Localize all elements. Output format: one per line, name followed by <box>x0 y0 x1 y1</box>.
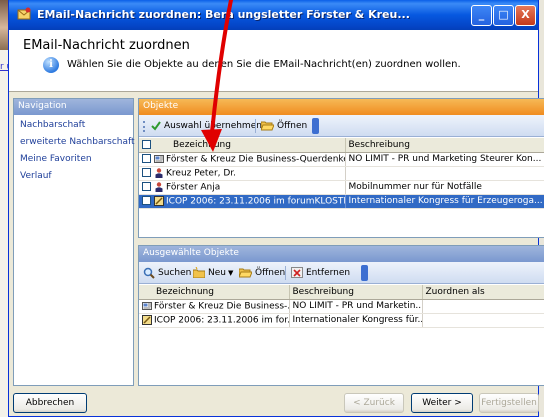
event-icon <box>154 195 164 206</box>
row-checkbox[interactable] <box>142 182 151 192</box>
new-icon <box>193 267 205 278</box>
info-icon: i <box>43 57 59 73</box>
search-label: Suchen <box>158 268 192 278</box>
row-assign-as[interactable] <box>422 299 544 314</box>
email-icon <box>154 154 164 163</box>
objects-table: Bezeichnung Beschreibung Förster & Kreuz… <box>139 138 544 209</box>
toolbar-separator <box>285 266 286 280</box>
selected-objects-heading: Ausgewählte Objekte <box>139 246 544 262</box>
toolbar-separator <box>255 119 256 133</box>
checkmark-icon <box>151 120 161 131</box>
selected-objects-toolbar: Suchen Neu ▼ Öffnen Entfernen <box>139 262 544 284</box>
open-label: Öffnen <box>277 121 308 131</box>
objects-heading: Objekte <box>139 99 544 115</box>
open-button[interactable]: Öffnen <box>261 119 307 133</box>
table-row[interactable]: ICOP 2006: 23.11.2006 im forumKLOSTER In… <box>139 194 544 209</box>
table-row[interactable]: Kreuz Peter, Dr. <box>139 166 544 181</box>
remove-button[interactable]: Entfernen <box>291 266 350 280</box>
nav-item-erweiterte-nachbarschaft[interactable]: erweiterte Nachbarschaft <box>14 135 135 152</box>
back-button[interactable]: < Zurück <box>344 393 404 413</box>
row-description: NO LIMIT - PR und Marketin... <box>289 299 423 314</box>
open-selected-button[interactable]: Öffnen <box>239 266 285 280</box>
open-selected-label: Öffnen <box>255 268 286 278</box>
person-icon <box>155 168 163 178</box>
table-row[interactable]: Förster Anja Mobilnummer nur für Notfäll… <box>139 180 544 195</box>
minimize-button[interactable]: _ <box>471 5 492 26</box>
assign-email-dialog: EMail-Nachricht zuordnen: Bera ungslette… <box>8 0 544 417</box>
row-name: Förster & Kreuz Die Business-Querdenker <box>166 154 345 165</box>
objects-toolbar: Auswahl übernehmen Öffnen <box>139 115 544 137</box>
selected-objects-table: Bezeichnung Beschreibung Zuordnen als Fö… <box>139 285 544 328</box>
column-header-beschreibung[interactable]: Beschreibung <box>345 138 544 153</box>
row-name: ICOP 2006: 23.11.2006 im for... <box>154 315 289 326</box>
email-icon <box>142 301 152 310</box>
row-name: Förster & Kreuz Die Business-... <box>154 301 289 312</box>
remove-label: Entfernen <box>306 268 351 278</box>
row-checkbox[interactable] <box>142 168 151 178</box>
chevron-down-icon[interactable]: ▼ <box>228 269 233 277</box>
table-row[interactable]: Förster & Kreuz Die Business-Querdenker … <box>139 152 544 167</box>
table-header-row: Bezeichnung Beschreibung <box>139 138 544 153</box>
search-button[interactable]: Suchen <box>143 266 191 280</box>
table-header-row: Bezeichnung Beschreibung Zuordnen als <box>139 285 544 300</box>
column-header-zuordnen-als[interactable]: Zuordnen als <box>422 285 544 300</box>
nav-item-meine-favoriten[interactable]: Meine Favoriten <box>14 152 133 169</box>
event-icon <box>142 314 152 325</box>
page-title: EMail-Nachricht zuordnen <box>23 38 190 53</box>
row-name: Kreuz Peter, Dr. <box>166 168 237 179</box>
folder-open-icon <box>239 268 252 278</box>
column-header-bezeichnung[interactable]: Bezeichnung <box>139 138 346 153</box>
row-name: Förster Anja <box>166 182 221 193</box>
remove-icon <box>291 267 303 278</box>
toolbar-overflow-button[interactable] <box>312 118 319 134</box>
toolbar-grip[interactable] <box>143 121 146 132</box>
window-title: EMail-Nachricht zuordnen: Bera ungslette… <box>37 8 410 21</box>
title-bar[interactable]: EMail-Nachricht zuordnen: Bera ungslette… <box>9 0 538 30</box>
table-row[interactable]: ICOP 2006: 23.11.2006 im for... Internat… <box>139 313 544 328</box>
navigation-heading: Navigation <box>14 99 133 115</box>
next-button[interactable]: Weiter > <box>411 393 473 413</box>
finish-button[interactable]: Fertigstellen <box>479 393 539 413</box>
nav-item-verlauf[interactable]: Verlauf <box>14 169 133 186</box>
navigation-panel: Navigation Nachbarschaft erweiterte Nach… <box>13 98 135 386</box>
take-selection-button[interactable]: Auswahl übernehmen <box>151 119 262 133</box>
cancel-button[interactable]: Abbrechen <box>13 393 87 413</box>
select-all-checkbox[interactable] <box>142 139 151 149</box>
row-checkbox[interactable] <box>142 154 151 164</box>
maximize-button[interactable]: □ <box>493 5 514 26</box>
table-row[interactable]: Förster & Kreuz Die Business-... NO LIMI… <box>139 299 544 314</box>
toolbar-overflow-button[interactable] <box>361 265 368 281</box>
person-icon <box>155 182 163 192</box>
take-selection-label: Auswahl übernehmen <box>164 121 262 131</box>
row-checkbox[interactable] <box>142 196 151 206</box>
row-description: NO LIMIT - PR und Marketing Steurer Kon.… <box>345 152 544 167</box>
search-icon <box>143 267 155 279</box>
selected-objects-panel: Ausgewählte Objekte Suchen Neu ▼ Öffnen E… <box>138 245 544 386</box>
folder-open-icon <box>261 121 274 131</box>
row-description: Internationaler Kongress für... <box>289 313 423 328</box>
navigation-list: Nachbarschaft erweiterte Nachbarschaft M… <box>14 115 135 186</box>
app-icon <box>17 7 31 20</box>
row-description: Internationaler Kongress für Erzeugeroga… <box>345 194 544 209</box>
new-label: Neu <box>208 268 226 278</box>
row-assign-as[interactable] <box>422 313 544 328</box>
page-description: Wählen Sie die Objekte au denen Sie die … <box>67 59 461 70</box>
row-description <box>345 166 544 181</box>
dialog-header: EMail-Nachricht zuordnen i Wählen Sie di… <box>9 30 538 92</box>
new-button[interactable]: Neu ▼ <box>193 266 233 280</box>
close-button[interactable]: X <box>515 5 536 26</box>
nav-item-nachbarschaft[interactable]: Nachbarschaft <box>14 118 133 135</box>
row-description: Mobilnummer nur für Notfälle <box>345 180 544 195</box>
column-header-bezeichnung[interactable]: Bezeichnung <box>139 285 290 300</box>
row-name: ICOP 2006: 23.11.2006 im forumKLOSTER <box>166 196 345 207</box>
column-header-beschreibung[interactable]: Beschreibung <box>289 285 423 300</box>
objects-panel: Objekte Auswahl übernehmen Öffnen Bezeic… <box>138 98 544 238</box>
